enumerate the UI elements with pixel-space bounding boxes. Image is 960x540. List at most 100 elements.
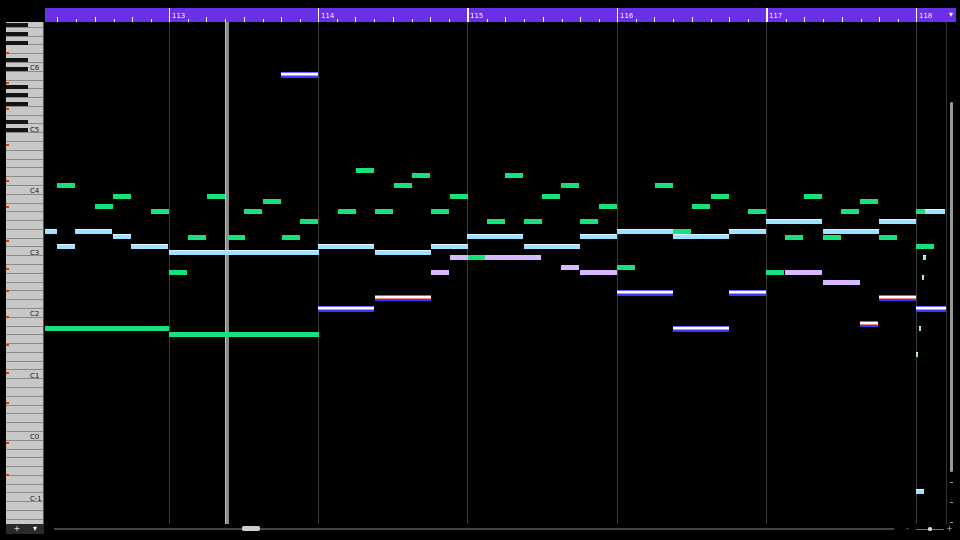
midi-note[interactable] [450,194,468,199]
black-key[interactable] [6,23,28,28]
vertical-scroll-thumb[interactable] [950,102,953,472]
white-key[interactable] [6,197,43,204]
white-key[interactable] [6,425,43,432]
white-key[interactable] [6,346,43,353]
midi-note[interactable] [916,489,924,494]
midi-note[interactable] [923,255,926,260]
midi-note[interactable] [692,204,710,209]
playhead-cursor[interactable] [225,22,229,524]
midi-note[interactable] [356,168,374,173]
midi-note[interactable] [841,209,859,214]
midi-note[interactable] [75,229,112,234]
midi-note[interactable] [113,234,131,239]
midi-note[interactable] [766,219,822,224]
white-key[interactable] [6,223,43,230]
midi-note[interactable] [729,229,766,234]
midi-note[interactable] [431,209,449,214]
midi-note[interactable] [338,209,356,214]
midi-note[interactable] [375,250,431,255]
white-key[interactable] [6,240,43,248]
white-key[interactable] [6,74,43,81]
white-key[interactable] [6,478,43,485]
white-key[interactable] [6,276,43,283]
black-key[interactable] [6,102,28,107]
midi-note[interactable] [916,244,934,249]
white-key[interactable] [6,407,43,415]
white-key[interactable] [6,302,43,309]
midi-note[interactable] [169,270,187,275]
note-grid[interactable] [45,22,946,524]
white-key[interactable] [6,363,43,371]
midi-note[interactable] [431,244,468,249]
white-key[interactable] [6,47,43,55]
white-key[interactable] [6,179,43,186]
midi-note[interactable] [524,219,542,224]
midi-note[interactable] [318,306,374,312]
white-key[interactable] [6,153,43,160]
white-key[interactable] [6,451,43,459]
midi-note[interactable] [375,295,431,301]
midi-note[interactable] [561,265,579,270]
midi-note[interactable] [879,219,916,224]
midi-note[interactable] [169,250,319,255]
midi-note[interactable] [916,306,946,312]
white-key[interactable] [6,109,43,116]
midi-note[interactable] [524,244,580,249]
white-key[interactable] [6,205,43,213]
midi-note[interactable] [860,321,878,327]
white-key[interactable] [6,232,43,239]
midi-note[interactable] [57,183,75,188]
midi-note[interactable] [207,194,225,199]
midi-note[interactable] [394,183,412,188]
midi-note[interactable] [823,280,860,285]
midi-note[interactable] [599,204,617,209]
midi-note[interactable] [823,229,879,234]
midi-note[interactable] [281,72,318,78]
white-key[interactable] [6,337,43,345]
white-key[interactable] [6,399,43,406]
white-key[interactable] [6,267,43,274]
midi-note[interactable] [711,194,729,199]
midi-note[interactable] [729,290,766,296]
midi-note[interactable] [673,234,729,239]
white-key[interactable] [6,381,43,388]
midi-note[interactable] [617,290,673,296]
horizontal-scrollbar[interactable] [54,526,894,531]
black-key[interactable] [6,84,28,89]
midi-note[interactable] [375,209,393,214]
midi-note[interactable] [485,255,541,260]
white-key[interactable] [6,214,43,222]
midi-note[interactable] [823,235,841,240]
zoom-out-icon[interactable]: - [906,524,909,534]
midi-note[interactable] [785,270,822,275]
midi-note[interactable] [45,229,57,234]
midi-note[interactable] [916,352,918,357]
white-key[interactable] [6,469,43,476]
white-key[interactable] [6,135,43,142]
midi-note[interactable] [617,265,635,270]
white-key[interactable] [6,513,43,520]
midi-note[interactable] [244,209,262,214]
white-key[interactable] [6,144,43,151]
midi-note[interactable] [467,234,523,239]
midi-note[interactable] [580,219,598,224]
white-key[interactable] [6,161,43,169]
black-key[interactable] [6,66,28,71]
midi-note[interactable] [487,219,505,224]
triangle-down-icon[interactable]: ▾ [946,8,956,22]
midi-note[interactable] [505,173,523,178]
midi-note[interactable] [542,194,560,199]
midi-note[interactable] [804,194,822,199]
zoom-knob[interactable] [928,527,932,531]
black-key[interactable] [6,31,28,36]
midi-note[interactable] [318,244,374,249]
midi-note[interactable] [655,183,673,188]
midi-note[interactable] [748,209,766,214]
midi-note[interactable] [450,255,468,260]
black-key[interactable] [6,93,28,98]
midi-note[interactable] [925,209,945,214]
midi-note[interactable] [673,326,729,332]
midi-note[interactable] [412,173,430,178]
white-key[interactable] [6,416,43,424]
midi-note[interactable] [860,199,878,204]
